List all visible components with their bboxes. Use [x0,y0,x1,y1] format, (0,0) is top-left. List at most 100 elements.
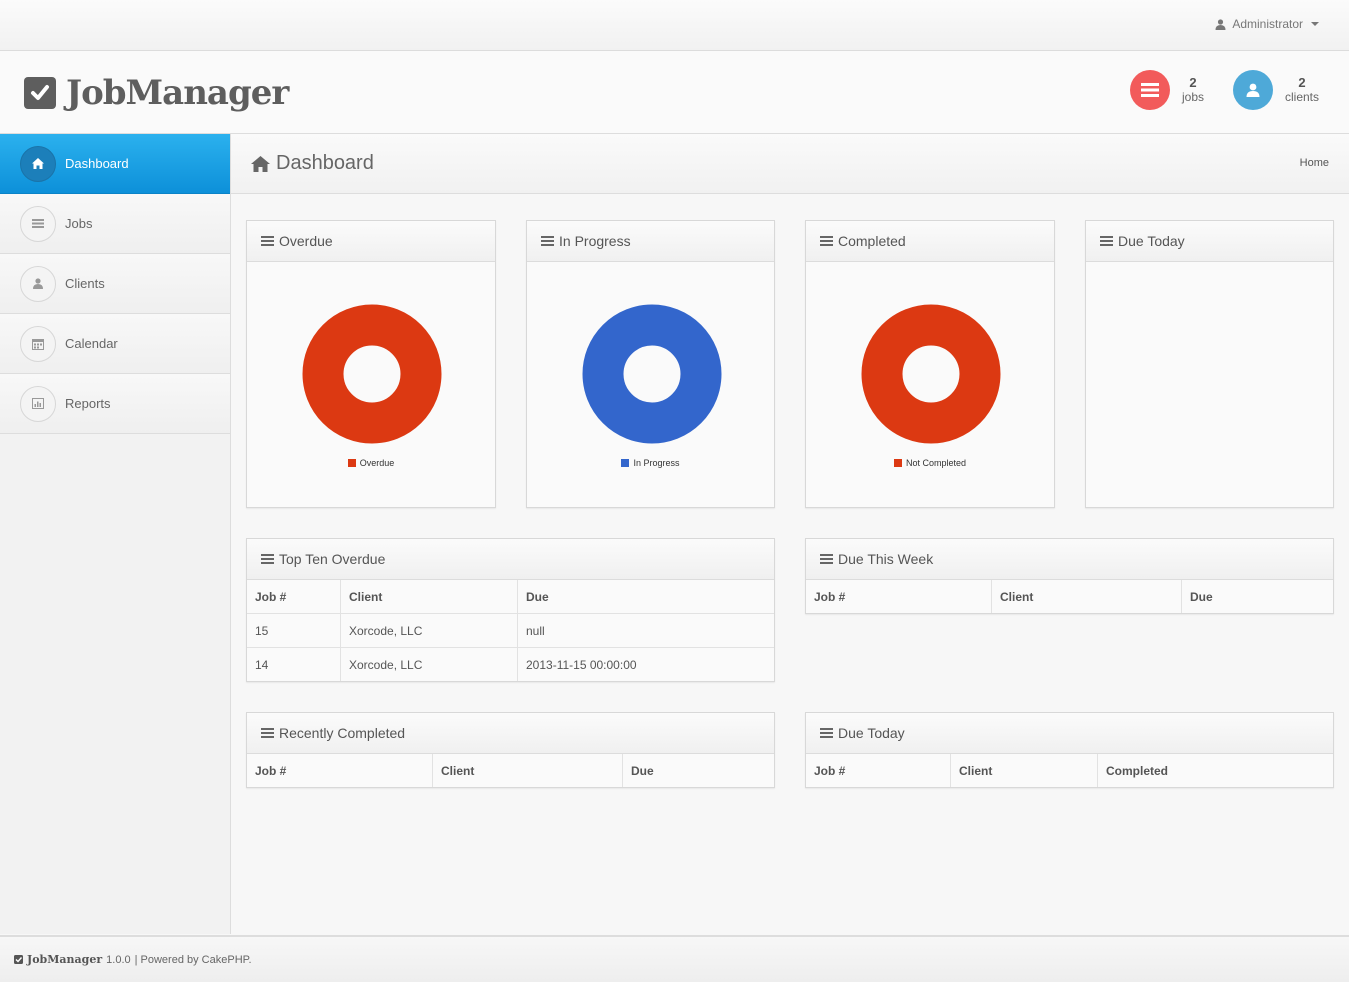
completed-donut-chart [861,304,1001,444]
list-icon [820,728,833,738]
page-title-text: Dashboard [276,152,374,174]
legend-swatch [621,459,630,467]
breadcrumb-home[interactable]: Home [1300,157,1329,169]
panel-title: Due This Week [838,551,934,567]
sidebar-item-label: Dashboard [65,156,129,171]
sidebar-item-label: Calendar [65,336,118,351]
footer-text: JobManager 1.0.0 | Powered by CakePHP. [14,953,252,966]
home-icon [251,155,270,172]
sidebar-item-label: Reports [65,396,111,411]
chart-legend: Not Completed [806,458,1054,468]
clients-label: clients [1285,90,1320,104]
panel-title: In Progress [559,233,631,249]
sidebar-item-clients[interactable]: Clients [0,254,230,314]
sidebar-item-dashboard[interactable]: Dashboard [0,134,230,194]
in-progress-slice [582,304,722,444]
table-row[interactable]: 14 Xorcode, LLC 2013-11-15 00:00:00 [247,647,774,681]
checkbox-icon [24,77,56,109]
jobs-label: jobs [1182,90,1205,104]
column-header[interactable]: Job # [247,754,433,787]
footer-brand: JobManager [27,953,103,966]
panel-header: Due This Week [806,539,1333,580]
page-title: Dashboard [251,152,374,175]
column-header[interactable]: Job # [806,754,951,787]
overdue-donut-chart [302,304,442,444]
list-icon [261,236,274,246]
column-header[interactable]: Client [432,754,623,787]
due-this-week-panel: Due This Week Job # Client Due [805,538,1334,614]
list-icon [261,554,274,564]
jobs-stat-circle [1130,70,1170,110]
legend-label: In Progress [633,458,680,468]
due-this-week-table: Job # Client Due [806,580,1333,613]
panel-title: Overdue [279,233,333,249]
home-icon [20,145,56,182]
chart-legend: In Progress [527,458,774,468]
jobs-stat-text: 2 jobs [1182,75,1204,105]
table-cell: null [517,613,774,648]
user-icon [20,265,56,302]
sidebar-item-reports[interactable]: Reports [0,374,230,434]
panel-header: In Progress [527,221,774,262]
column-header[interactable]: Completed [1098,754,1334,787]
table-row[interactable]: 15 Xorcode, LLC null [247,613,774,648]
clients-stat[interactable]: 2 clients [1233,70,1319,110]
column-header[interactable]: Client [340,580,518,614]
clients-count: 2 [1298,75,1306,90]
user-icon [1246,83,1260,97]
in-progress-donut-chart [582,304,722,444]
sidebar-item-label: Jobs [65,216,93,231]
table-header-row: Job # Client Completed [806,754,1333,787]
sidebar-item-calendar[interactable]: Calendar [0,314,230,374]
list-icon [820,554,833,564]
legend-swatch [347,459,356,467]
panel-header: Due Today [1086,221,1333,262]
legend-label: Overdue [359,458,395,468]
overdue-slice [302,304,442,444]
calendar-icon [20,325,56,362]
recently-completed-panel: Recently Completed Job # Client Due [246,712,775,788]
column-header[interactable]: Job # [247,580,341,614]
chart-legend: Overdue [247,458,495,468]
column-header[interactable]: Client [950,754,1098,787]
footer: JobManager 1.0.0 | Powered by CakePHP. [0,935,1349,982]
recently-completed-table: Job # Client Due [247,754,774,787]
table-cell: Xorcode, LLC [340,613,518,648]
panel-title: Due Today [838,725,905,741]
top-ten-overdue-table: Job # Client Due 15 Xorcode, LLC null 14… [247,580,774,681]
list-icon [20,205,56,242]
top-bar: Administrator [0,0,1349,51]
panel-header: Recently Completed [247,713,774,754]
not-completed-slice [861,304,1001,444]
column-header[interactable]: Due [1182,580,1334,613]
top-ten-overdue-panel: Top Ten Overdue Job # Client Due 15 Xorc… [246,538,775,682]
checkbox-icon [14,955,23,964]
user-menu[interactable]: Administrator [1215,17,1319,31]
legend-swatch [893,459,902,467]
due-today-table: Job # Client Completed [806,754,1333,787]
due-today-panel: Due Today Job # Client Completed [805,712,1334,788]
panel-header: Due Today [806,713,1333,754]
table-header-row: Job # Client Due [806,580,1333,613]
footer-powered[interactable]: | Powered by CakePHP. [135,954,252,966]
column-header[interactable]: Job # [806,580,992,613]
sidebar-item-jobs[interactable]: Jobs [0,194,230,254]
clients-stat-text: 2 clients [1285,75,1319,105]
panel-header: Overdue [247,221,495,262]
legend-label: Not Completed [905,458,967,468]
table-cell: 14 [247,647,341,681]
jobs-count: 2 [1189,75,1197,90]
column-header[interactable]: Due [518,580,775,614]
column-header[interactable]: Client [991,580,1182,613]
jobs-stat[interactable]: 2 jobs [1130,70,1204,110]
due-today-chart-panel: Due Today [1085,220,1334,508]
list-icon [261,728,274,738]
list-icon [1141,83,1159,97]
logo[interactable]: JobManager [24,73,289,113]
column-header[interactable]: Due [623,754,775,787]
table-cell: 2013-11-15 00:00:00 [517,647,774,681]
sidebar: Dashboard Jobs Clients Calendar Reports [0,134,231,934]
bar-chart-icon [20,385,56,422]
list-icon [820,236,833,246]
header: JobManager 2 jobs 2 clients [0,51,1349,134]
